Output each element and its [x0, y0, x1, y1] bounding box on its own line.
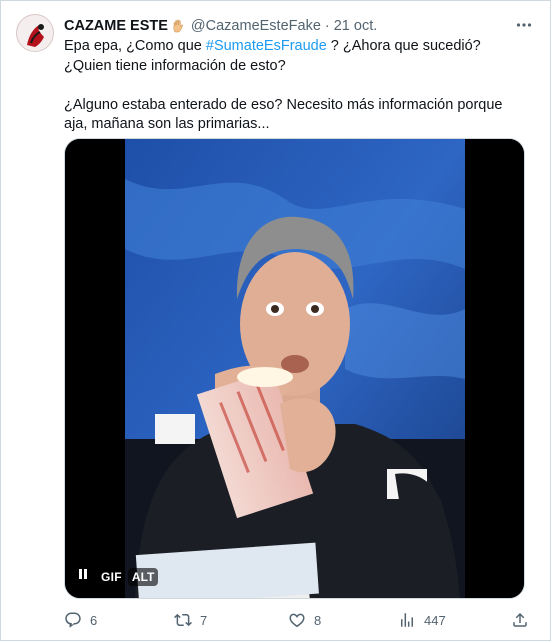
reply-count: 6 — [90, 612, 98, 628]
tweet-text: Epa epa, ¿Como que #SumateEsFraude ? ¿Ah… — [64, 37, 529, 135]
media-controls: GIF ALT — [77, 568, 159, 586]
tweet-paragraph-1: Epa epa, ¿Como que #SumateEsFraude ? ¿Ah… — [64, 37, 529, 76]
display-name[interactable]: CAZAME ESTE — [64, 18, 168, 34]
views-button[interactable]: 447 — [398, 611, 446, 629]
user-handle[interactable]: @CazameEsteFake — [191, 18, 321, 34]
tweet-actions: 6 7 8 447 — [64, 610, 529, 630]
retweet-icon — [174, 613, 192, 627]
gif-badge: GIF — [101, 570, 122, 584]
retweet-button[interactable]: 7 — [174, 611, 207, 629]
more-options-icon[interactable] — [515, 16, 533, 34]
raised-hand-icon — [171, 19, 185, 33]
views-count: 447 — [424, 612, 446, 628]
views-chart-icon — [401, 613, 413, 627]
gif-media[interactable]: GIF ALT — [64, 138, 525, 599]
heart-icon — [289, 613, 305, 628]
share-icon — [513, 612, 527, 627]
share-button[interactable] — [511, 611, 529, 629]
alt-text-button[interactable]: ALT — [127, 568, 159, 586]
retweet-count: 7 — [200, 612, 208, 628]
tweet-date[interactable]: 21 oct. — [334, 18, 378, 34]
like-count: 8 — [314, 612, 322, 628]
tweet-paragraph-2: ¿Alguno estaba enterado de eso? Necesito… — [64, 96, 503, 133]
avatar[interactable] — [16, 14, 54, 52]
tweet-header: CAZAME ESTE @CazameEsteFake · 21 oct. — [64, 16, 513, 36]
like-button[interactable]: 8 — [288, 611, 321, 629]
reply-button[interactable]: 6 — [64, 611, 97, 629]
separator-dot: · — [324, 18, 330, 34]
hashtag-link[interactable]: #SumateEsFraude — [206, 38, 327, 54]
gif-frame-image — [65, 139, 524, 598]
tweet-text-prefix: Epa epa, ¿Como que — [64, 38, 206, 54]
pause-icon[interactable] — [77, 568, 95, 586]
reply-icon — [65, 612, 81, 628]
